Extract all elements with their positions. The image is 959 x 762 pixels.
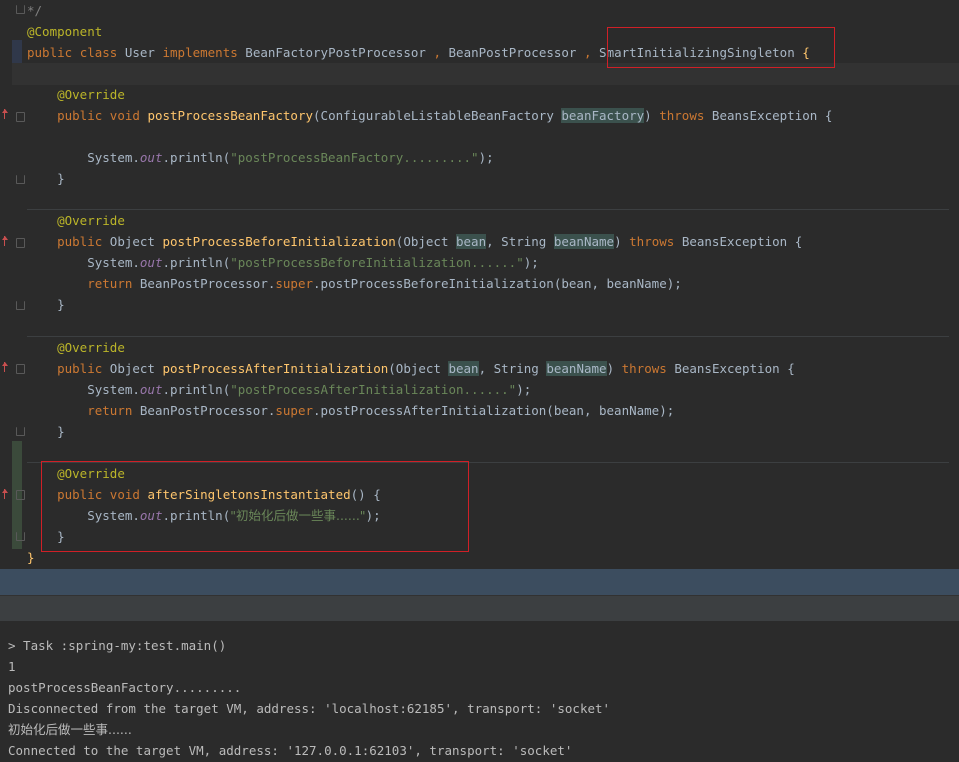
fold-end-icon	[16, 532, 25, 541]
run-console[interactable]: > Task :spring-my:test.main() 1 postProc…	[0, 621, 959, 762]
console-line: > Task :spring-my:test.main()	[8, 638, 227, 653]
code-line: }	[27, 550, 35, 565]
fold-start-icon[interactable]	[16, 364, 25, 374]
fold-start-icon[interactable]	[16, 112, 25, 122]
console-line: 1	[8, 659, 16, 674]
implements-method-icon[interactable]	[2, 362, 8, 372]
implements-method-icon[interactable]	[2, 236, 8, 246]
fold-end-icon	[16, 5, 25, 14]
code-line: return BeanPostProcessor.super.postProce…	[87, 403, 675, 418]
watermark	[700, 754, 959, 762]
method-separator	[27, 336, 949, 337]
code-line: return BeanPostProcessor.super.postProce…	[87, 276, 682, 291]
code-line: System.out.println("postProcessAfterInit…	[87, 382, 532, 397]
code-line: System.out.println("postProcessBeanFacto…	[87, 150, 494, 165]
method-declaration-line: public Object postProcessBeforeInitializ…	[57, 234, 803, 249]
code-line: @Override	[57, 213, 125, 228]
console-line: Disconnected from the target VM, address…	[8, 701, 611, 716]
highlight-box-interface	[607, 27, 835, 68]
fold-end-icon	[16, 301, 25, 310]
console-line: 初始化后做一些事......	[8, 722, 132, 737]
fold-end-icon	[16, 427, 25, 436]
code-line: System.out.println("postProcessBeforeIni…	[87, 255, 539, 270]
code-line: }	[57, 424, 65, 439]
implements-method-icon[interactable]	[2, 489, 8, 499]
console-line: postProcessBeanFactory.........	[8, 680, 242, 695]
code-line: @Component	[27, 24, 103, 39]
method-declaration-line: public Object postProcessAfterInitializa…	[57, 361, 795, 376]
fold-end-icon	[16, 175, 25, 184]
code-line: */	[27, 3, 43, 18]
implements-method-icon[interactable]	[2, 109, 8, 119]
code-line: @Override	[57, 87, 125, 102]
fold-start-icon[interactable]	[16, 490, 25, 500]
code-editor[interactable]: */ @Component public class User implemen…	[0, 0, 959, 569]
fold-start-icon[interactable]	[16, 238, 25, 248]
editor-horizontal-scroll-area[interactable]	[0, 569, 959, 595]
code-line: }	[57, 171, 65, 186]
code-line: }	[57, 297, 65, 312]
method-separator	[27, 209, 949, 210]
code-line: @Override	[57, 340, 125, 355]
method-declaration-line: public void postProcessBeanFactory(Confi…	[57, 108, 833, 123]
run-tool-window-header	[0, 595, 959, 622]
highlight-box-method	[41, 461, 469, 552]
